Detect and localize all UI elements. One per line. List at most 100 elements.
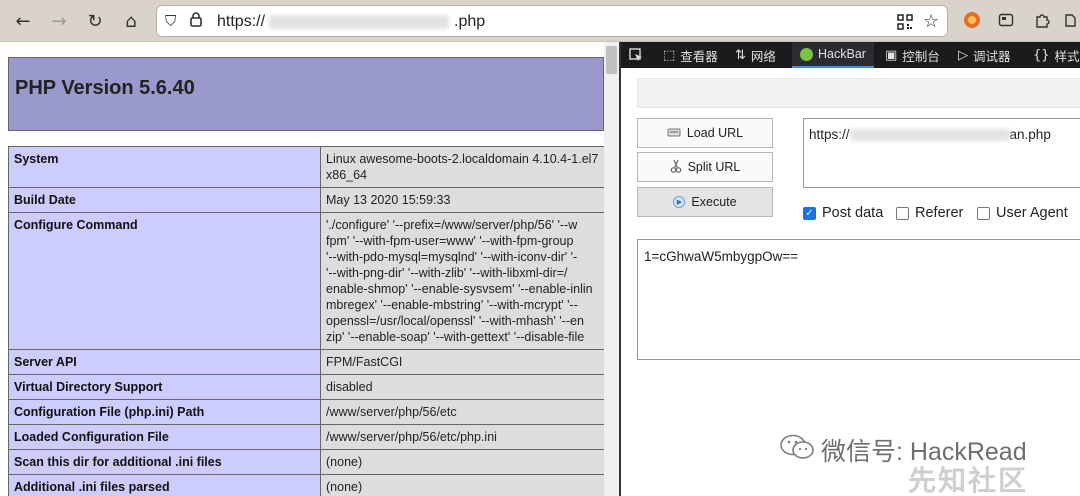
url-redacted xyxy=(269,15,449,29)
tab-label: 调试器 xyxy=(973,49,1011,64)
table-row: Additional .ini files parsed (none) xyxy=(8,474,618,496)
tab-hackbar[interactable]: HackBar xyxy=(792,42,874,68)
table-row: System Linux awesome-boots-2.localdomain… xyxy=(8,146,618,188)
row-key: Loaded Configuration File xyxy=(8,424,321,450)
style-braces-icon: {} xyxy=(1033,47,1050,63)
tab-label: 控制台 xyxy=(902,49,940,64)
row-value: /www/server/php/56/etc/php.ini xyxy=(320,424,618,450)
page-scrollbar[interactable] xyxy=(604,42,619,496)
tab-debugger[interactable]: ▷ 调试器 xyxy=(958,42,1011,68)
row-key: Scan this dir for additional .ini files xyxy=(8,449,321,475)
url-prefix-text: https:// xyxy=(217,13,266,30)
table-row: Virtual Directory Support disabled xyxy=(8,374,618,400)
scissors-icon xyxy=(670,159,682,176)
row-value-line: Linux awesome-boots-2.localdomain 4.10.4… xyxy=(326,152,599,166)
network-icon: ⇅ xyxy=(735,47,746,63)
bookmark-star-icon[interactable]: ☆ xyxy=(923,11,939,32)
row-value: disabled xyxy=(320,374,618,400)
tab-console[interactable]: ▣ 控制台 xyxy=(885,42,940,68)
row-value: FPM/FastCGI xyxy=(320,349,618,375)
post-data-textarea[interactable]: 1=cGhwaW5mbygpOw== xyxy=(637,239,1080,360)
user-agent-label: User Agent xyxy=(996,205,1068,221)
console-icon: ▣ xyxy=(885,47,898,63)
hackbar-menu-strip xyxy=(637,78,1080,108)
shield-icon[interactable]: ⛉ xyxy=(165,12,176,30)
play-icon: ▶ xyxy=(673,196,686,208)
config-line: fpm' '--with-fpm-user=www' '--with-fpm-g… xyxy=(326,234,574,248)
home-icon[interactable]: ⌂ xyxy=(118,8,144,34)
row-value: './configure' '--prefix=/www/server/php/… xyxy=(320,212,618,350)
referer-label: Referer xyxy=(915,205,964,221)
back-icon[interactable]: ← xyxy=(10,8,36,34)
table-row: Scan this dir for additional .ini files … xyxy=(8,449,618,475)
row-key: Additional .ini files parsed xyxy=(8,474,321,496)
forward-icon[interactable]: → xyxy=(46,8,72,34)
config-line: '--with-pdo-mysql=mysqlnd' '--with-iconv… xyxy=(326,250,578,264)
inspector-icon: ⬚ xyxy=(663,47,676,63)
phpinfo-table: System Linux awesome-boots-2.localdomain… xyxy=(8,146,618,496)
table-row: Build Date May 13 2020 15:59:33 xyxy=(8,187,618,213)
tab-style-editor[interactable]: {} 样式 xyxy=(1033,42,1080,68)
config-line: openssl=/usr/local/openssl' '--with-mhas… xyxy=(326,314,584,328)
scrollbar-thumb[interactable] xyxy=(606,46,617,74)
config-line: enable-shmop' '--enable-sysvsem' '--enab… xyxy=(326,282,593,296)
row-value: /www/server/php/56/etc xyxy=(320,399,618,425)
tab-label: 样式 xyxy=(1054,49,1080,64)
load-url-icon xyxy=(667,126,681,141)
load-url-button[interactable]: Load URL xyxy=(637,118,773,148)
qr-code-icon[interactable] xyxy=(897,14,913,34)
row-value: May 13 2020 15:59:33 xyxy=(320,187,618,213)
checkbox-box[interactable] xyxy=(896,206,909,220)
row-value: Linux awesome-boots-2.localdomain 4.10.4… xyxy=(320,146,618,188)
row-key: Configuration File (php.ini) Path xyxy=(8,399,321,425)
split-url-button[interactable]: Split URL xyxy=(637,152,773,182)
php-version-header: PHP Version 5.6.40 xyxy=(8,57,604,131)
config-line: zip' '--enable-soap' '--with-gettext' '-… xyxy=(326,330,585,344)
reload-icon[interactable]: ↻ xyxy=(82,8,108,34)
referer-checkbox[interactable]: Referer xyxy=(896,205,963,221)
config-line: './configure' '--prefix=/www/server/php/… xyxy=(326,218,578,232)
devtools-panel: ⬚ 查看器 ⇅ 网络 HackBar ▣ 控制台 ▷ 调试器 {} 样式 Loa… xyxy=(619,42,1080,496)
url-textarea-suffix: an.php xyxy=(1009,127,1051,142)
config-line: mbregex' '--enable-mbstring' '--with-mcr… xyxy=(326,298,578,312)
lock-icon[interactable] xyxy=(189,11,203,31)
menu-overflow-icon[interactable] xyxy=(1060,10,1080,30)
url-suffix-text: .php xyxy=(454,13,486,30)
table-row: Configure Command './configure' '--prefi… xyxy=(8,212,618,350)
tab-label: 查看器 xyxy=(680,49,718,64)
table-row: Server API FPM/FastCGI xyxy=(8,349,618,375)
checkmark-icon[interactable]: ✓ xyxy=(803,206,816,220)
split-url-label: Split URL xyxy=(687,160,741,174)
tab-inspector[interactable]: ⬚ 查看器 xyxy=(663,42,718,68)
extension-panel-icon[interactable] xyxy=(996,10,1016,30)
row-key: Build Date xyxy=(8,187,321,213)
phpinfo-page: PHP Version 5.6.40 System Linux awesome-… xyxy=(0,42,619,496)
devtools-tabbar: ⬚ 查看器 ⇅ 网络 HackBar ▣ 控制台 ▷ 调试器 {} 样式 xyxy=(621,42,1080,68)
extensions-puzzle-icon[interactable] xyxy=(1032,10,1052,30)
post-data-checkbox[interactable]: ✓ Post data xyxy=(803,205,883,221)
tab-label: HackBar xyxy=(818,47,866,61)
execute-button[interactable]: ▶ Execute xyxy=(637,187,773,217)
wechat-icon xyxy=(779,433,815,467)
checkbox-box[interactable] xyxy=(977,206,990,220)
row-value: (none) xyxy=(320,474,618,496)
row-key: Server API xyxy=(8,349,321,375)
debugger-icon: ▷ xyxy=(958,47,968,63)
hackbar-logo-icon xyxy=(800,47,813,61)
user-agent-checkbox[interactable]: User Agent xyxy=(977,205,1068,221)
config-line: '--with-png-dir' '--with-zlib' '--with-l… xyxy=(326,266,568,280)
table-row: Loaded Configuration File /www/server/ph… xyxy=(8,424,618,450)
row-value: (none) xyxy=(320,449,618,475)
post-data-value: 1=cGhwaW5mbygpOw== xyxy=(644,249,799,264)
row-value-line: x86_64 xyxy=(326,168,368,182)
address-bar[interactable]: ⛉ https:// .php ☆ xyxy=(156,5,948,37)
extension-fox-icon[interactable] xyxy=(962,10,982,30)
row-key: Virtual Directory Support xyxy=(8,374,321,400)
url-textarea-prefix: https:// xyxy=(809,127,850,142)
tab-network[interactable]: ⇅ 网络 xyxy=(735,42,776,68)
table-row: Configuration File (php.ini) Path /www/s… xyxy=(8,399,618,425)
inspect-picker-icon[interactable] xyxy=(629,42,643,68)
url-textarea[interactable]: https:// an.php xyxy=(803,118,1080,188)
xianzhi-watermark: 先知社区 xyxy=(908,465,1029,496)
url-textarea-redacted xyxy=(849,129,1010,142)
